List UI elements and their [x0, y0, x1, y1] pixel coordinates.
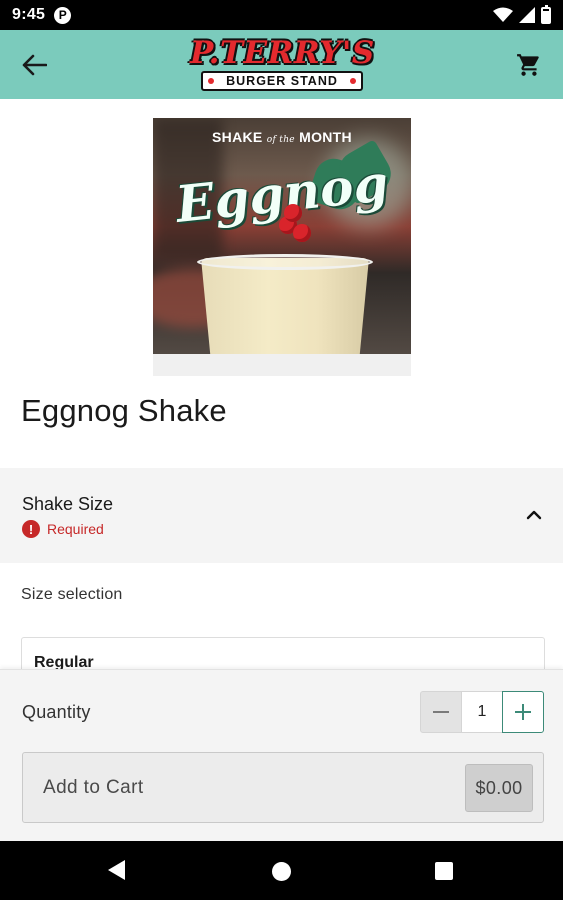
back-button[interactable] [14, 45, 54, 85]
battery-icon [541, 4, 551, 24]
chevron-up-icon [526, 510, 542, 520]
system-nav-bar [0, 841, 563, 900]
required-indicator: ! Required [22, 520, 104, 538]
price-badge: $0.00 [465, 764, 533, 812]
app-bar: P.TERRY'S BURGER STAND [0, 30, 563, 99]
size-selection-label: Size selection [21, 586, 123, 603]
logo-tagline: BURGER STAND [201, 71, 363, 91]
product-title: Eggnog Shake [21, 393, 227, 428]
quantity-stepper: 1 [420, 691, 544, 733]
decrease-quantity-button[interactable] [420, 691, 462, 733]
increase-quantity-button[interactable] [502, 691, 544, 733]
wifi-icon [493, 7, 513, 22]
status-bar: 9:45 P [0, 0, 563, 30]
section-title: Shake Size [22, 494, 114, 514]
brand-logo: P.TERRY'S BURGER STAND [190, 36, 374, 94]
minus-icon [433, 711, 449, 713]
logo-wordmark: P.TERRY'S [190, 35, 375, 71]
status-icons [493, 4, 551, 24]
app-notification-icon: P [54, 6, 72, 24]
nav-home-icon[interactable] [272, 862, 291, 881]
holly-berry-icon [293, 224, 311, 242]
product-image: SHAKE of the MONTH Eggnog [153, 118, 411, 376]
status-time: 9:45 [12, 6, 46, 23]
nav-recents-icon[interactable] [435, 862, 453, 880]
alert-icon: ! [22, 520, 40, 538]
quantity-value[interactable]: 1 [462, 691, 502, 733]
shake-size-section-header[interactable]: Shake Size ! Required [0, 468, 563, 563]
shake-cup-rim [197, 254, 373, 270]
quantity-label: Quantity [22, 702, 91, 722]
holly-berry-icon [284, 204, 302, 222]
nav-back-icon[interactable] [108, 860, 125, 880]
order-panel: Quantity 1 Add to Cart $0.00 [0, 669, 563, 841]
cart-button[interactable] [509, 45, 549, 85]
add-to-cart-button[interactable]: Add to Cart $0.00 [22, 752, 544, 823]
collapse-button[interactable] [519, 500, 549, 530]
back-arrow-icon [22, 54, 47, 76]
shopping-cart-icon [517, 54, 539, 76]
image-heading: SHAKE of the MONTH [212, 129, 352, 145]
add-to-cart-label: Add to Cart [43, 777, 144, 798]
required-label: Required [47, 521, 104, 537]
signal-icon [519, 7, 535, 23]
